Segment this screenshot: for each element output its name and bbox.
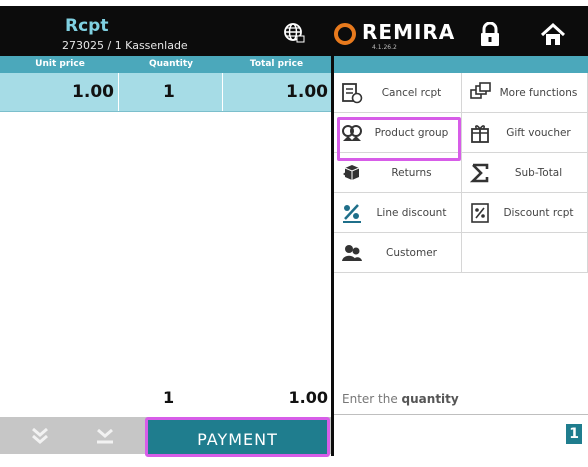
total-price-cell: 1.00 <box>286 82 328 102</box>
function-label: Discount rcpt <box>503 207 574 219</box>
gift-voucher-icon <box>471 125 489 143</box>
function-label: Cancel rcpt <box>381 87 442 99</box>
cancel-receipt-icon <box>342 83 363 104</box>
remira-logo: REMIRA 4.1.26.2 <box>334 18 464 52</box>
double-chevron-down-icon[interactable] <box>29 425 51 447</box>
customer-button[interactable]: Customer <box>334 233 462 273</box>
function-label: More functions <box>499 87 578 99</box>
column-header-total-price: Total price <box>249 59 304 69</box>
version-label: 4.1.26.2 <box>372 44 397 51</box>
prompt-text: Enter the <box>342 392 398 406</box>
scroll-to-end-icon[interactable] <box>94 425 116 447</box>
column-divider <box>118 73 119 111</box>
returns-icon <box>343 165 360 180</box>
globe-network-icon[interactable] <box>282 21 306 45</box>
unit-price-cell: 1.00 <box>72 82 114 102</box>
percent-icon <box>343 204 361 223</box>
quantity-input[interactable]: 1 <box>334 414 588 455</box>
input-prompt: Enter the quantity <box>342 392 459 406</box>
grand-total: 1.00 <box>288 388 328 407</box>
quantity-value: 1 <box>566 424 582 444</box>
function-panel-header <box>334 56 588 73</box>
sigma-icon <box>469 163 489 183</box>
lock-icon[interactable] <box>479 22 501 48</box>
prompt-emphasis: quantity <box>401 392 459 406</box>
table-row[interactable]: 1.00 1 1.00 <box>0 73 331 112</box>
brand-name: REMIRA <box>362 20 456 44</box>
empty-function-slot <box>462 233 588 273</box>
customer-icon <box>342 245 362 261</box>
column-divider <box>222 73 223 111</box>
product-group-highlight <box>337 117 461 161</box>
function-panel: Cancel rcpt More functions Product group <box>334 56 588 456</box>
home-icon[interactable] <box>540 22 566 48</box>
receipt-number: 273025 / 1 Kassenlade <box>62 39 188 52</box>
column-header-quantity: Quantity <box>148 59 194 69</box>
more-functions-button[interactable]: More functions <box>462 73 588 113</box>
column-header-unit-price: Unit price <box>35 59 85 69</box>
top-bar: Rcpt 273025 / 1 Kassenlade REMIRA 4.1.26… <box>0 6 588 56</box>
receipt-table: Unit price Quantity Total price 1.00 1 1… <box>0 56 331 416</box>
payment-button[interactable]: PAYMENT <box>145 417 330 457</box>
sub-total-button[interactable]: Sub-Total <box>462 153 588 193</box>
line-discount-button[interactable]: Line discount <box>334 193 462 233</box>
function-label: Line discount <box>376 207 447 219</box>
pos-window: Rcpt 273025 / 1 Kassenlade REMIRA 4.1.26… <box>0 0 588 459</box>
function-label: Gift voucher <box>506 127 571 139</box>
cancel-receipt-button[interactable]: Cancel rcpt <box>334 73 462 113</box>
logo-ring-icon <box>334 23 356 45</box>
discount-receipt-icon <box>471 203 489 223</box>
gift-voucher-button[interactable]: Gift voucher <box>462 113 588 153</box>
discount-receipt-button[interactable]: Discount rcpt <box>462 193 588 233</box>
more-functions-icon <box>470 82 491 99</box>
total-quantity: 1 <box>163 388 175 407</box>
function-label: Sub-Total <box>514 167 563 179</box>
function-label: Customer <box>385 247 437 259</box>
quantity-cell: 1 <box>163 82 175 102</box>
page-title: Rcpt <box>65 16 109 36</box>
table-header: Unit price Quantity Total price <box>0 56 331 73</box>
